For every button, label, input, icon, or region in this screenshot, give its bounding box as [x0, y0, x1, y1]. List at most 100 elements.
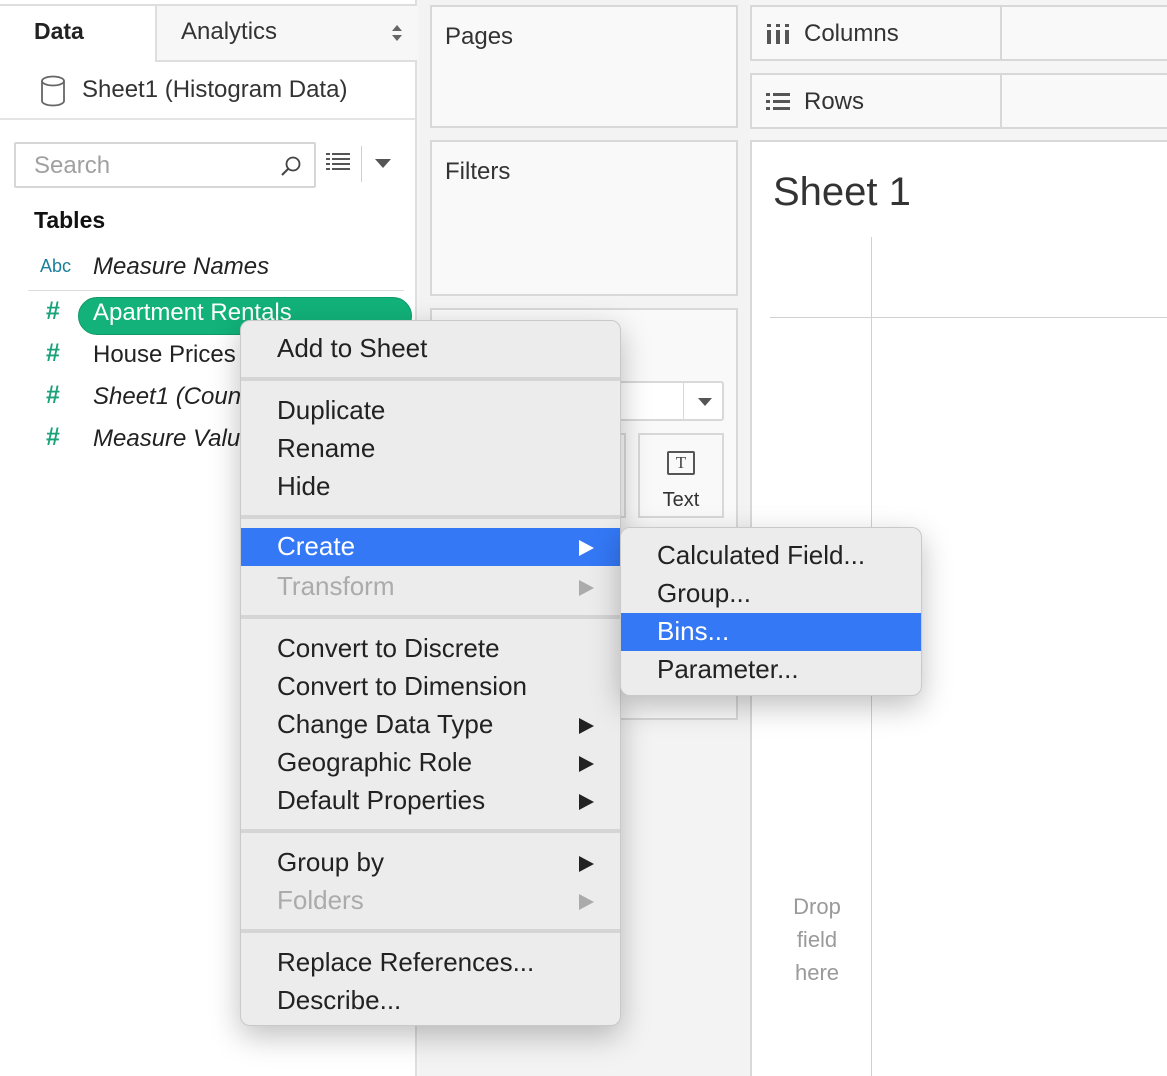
- columns-label: Columns: [804, 20, 899, 47]
- tab-data[interactable]: Data: [0, 6, 155, 62]
- menu-item-group-by[interactable]: Group by: [241, 844, 620, 882]
- number-type-icon: #: [46, 423, 60, 451]
- menu-item-transform: Transform: [241, 568, 620, 606]
- drop-hint-line: here: [794, 960, 840, 985]
- submenu-item-bins[interactable]: Bins...: [621, 613, 921, 651]
- mark-button-text[interactable]: T Text: [638, 433, 724, 518]
- menu-separator: [241, 515, 620, 519]
- tab-analytics-label: Analytics: [181, 18, 278, 45]
- menu-item-hide[interactable]: Hide: [241, 468, 620, 506]
- up-down-chevron-icon: [392, 25, 402, 41]
- menu-item-label: Add to Sheet: [277, 333, 428, 363]
- menu-item-folders: Folders: [241, 882, 620, 920]
- drop-field-hint: Drop field here: [774, 890, 860, 989]
- create-submenu: Calculated Field... Group... Bins... Par…: [620, 527, 922, 696]
- menu-item-label: Replace References...: [277, 947, 535, 977]
- field-measure-names[interactable]: Abc Measure Names: [30, 248, 410, 288]
- string-type-icon: Abc: [40, 256, 72, 276]
- menu-item-convert-to-dimension[interactable]: Convert to Dimension: [241, 668, 620, 706]
- submenu-item-group[interactable]: Group...: [621, 575, 921, 613]
- rows-icon: [766, 93, 790, 110]
- menu-item-label: Group...: [657, 578, 751, 608]
- chevron-down-icon: [698, 398, 712, 406]
- drop-hint-line: field: [796, 927, 838, 952]
- submenu-arrow-icon: [579, 540, 594, 556]
- sheet-title[interactable]: Sheet 1: [773, 170, 911, 215]
- drop-hint-line: Drop: [793, 894, 841, 919]
- menu-separator: [241, 829, 620, 833]
- columns-shelf[interactable]: Columns: [750, 5, 1167, 61]
- menu-item-label: Duplicate: [277, 395, 386, 425]
- datasource-label: Sheet1 (Histogram Data): [82, 76, 348, 103]
- menu-item-duplicate[interactable]: Duplicate: [241, 392, 620, 430]
- submenu-item-parameter[interactable]: Parameter...: [621, 651, 921, 689]
- menu-separator: [241, 929, 620, 933]
- field-context-menu: Add to Sheet Duplicate Rename Hide Creat…: [240, 320, 621, 1026]
- field-divider: [28, 290, 404, 291]
- field-label: House Prices: [93, 341, 236, 368]
- menu-item-add-to-sheet[interactable]: Add to Sheet: [241, 330, 620, 368]
- dropdown-divider: [683, 383, 684, 419]
- menu-item-label: Group by: [277, 847, 384, 877]
- field-label: Measure Names: [93, 253, 270, 280]
- submenu-arrow-icon: [579, 718, 594, 734]
- menu-item-describe[interactable]: Describe...: [241, 982, 620, 1020]
- menu-item-convert-to-discrete[interactable]: Convert to Discrete: [241, 630, 620, 668]
- tab-analytics[interactable]: Analytics: [155, 6, 417, 62]
- menu-item-label: Convert to Discrete: [277, 633, 500, 663]
- tables-heading: Tables: [34, 207, 106, 233]
- menu-item-geographic-role[interactable]: Geographic Role: [241, 744, 620, 782]
- menu-item-label: Calculated Field...: [657, 540, 866, 570]
- menu-item-label: Convert to Dimension: [277, 671, 527, 701]
- pane-options-caret-icon[interactable]: [375, 159, 391, 168]
- datasource-item[interactable]: Sheet1 (Histogram Data): [0, 62, 415, 120]
- text-mark-icon: T: [667, 451, 695, 475]
- columns-icon: [767, 24, 789, 44]
- menu-item-default-properties[interactable]: Default Properties: [241, 782, 620, 820]
- number-type-icon: #: [46, 297, 60, 325]
- submenu-item-calculated-field[interactable]: Calculated Field...: [621, 537, 921, 575]
- rows-label: Rows: [804, 88, 865, 115]
- menu-item-create[interactable]: Create: [241, 528, 620, 566]
- menu-item-label: Bins...: [657, 616, 730, 646]
- menu-separator: [241, 615, 620, 619]
- list-view-icon[interactable]: [326, 152, 350, 174]
- menu-item-label: Parameter...: [657, 654, 799, 684]
- menu-item-label: Default Properties: [277, 785, 486, 815]
- menu-item-label: Create: [277, 531, 356, 561]
- text-mark-label: Text: [662, 489, 700, 511]
- menu-separator: [241, 377, 620, 381]
- menu-item-rename[interactable]: Rename: [241, 430, 620, 468]
- menu-item-replace-references[interactable]: Replace References...: [241, 944, 620, 982]
- number-type-icon: #: [46, 381, 60, 409]
- menu-item-label: Folders: [277, 885, 364, 915]
- menu-item-label: Describe...: [277, 985, 402, 1015]
- search-icon[interactable]: [280, 155, 302, 177]
- axis-line-horizontal: [770, 317, 1167, 318]
- shelf-divider: [1000, 75, 1002, 127]
- menu-item-label: Geographic Role: [277, 747, 473, 777]
- pane-tabs: Data Analytics: [0, 4, 417, 62]
- submenu-arrow-icon: [579, 794, 594, 810]
- menu-item-label: Change Data Type: [277, 709, 494, 739]
- search-input[interactable]: [16, 144, 266, 180]
- menu-item-label: Rename: [277, 433, 376, 463]
- filters-title: Filters: [445, 158, 511, 185]
- filters-card[interactable]: Filters: [430, 140, 738, 296]
- menu-item-label: Transform: [277, 571, 395, 601]
- search-field[interactable]: [14, 142, 316, 188]
- number-type-icon: #: [46, 339, 60, 367]
- menu-item-change-data-type[interactable]: Change Data Type: [241, 706, 620, 744]
- submenu-arrow-icon: [579, 856, 594, 872]
- field-label: Sheet1 (Count): [93, 383, 256, 410]
- submenu-arrow-icon: [579, 894, 594, 910]
- menu-item-label: Hide: [277, 471, 331, 501]
- rows-shelf[interactable]: Rows: [750, 73, 1167, 129]
- pages-card[interactable]: Pages: [430, 5, 738, 128]
- submenu-arrow-icon: [579, 580, 594, 596]
- submenu-arrow-icon: [579, 756, 594, 772]
- shelf-divider: [1000, 7, 1002, 59]
- database-icon: [41, 75, 65, 107]
- toolbar-divider: [361, 146, 362, 182]
- pages-title: Pages: [445, 23, 514, 50]
